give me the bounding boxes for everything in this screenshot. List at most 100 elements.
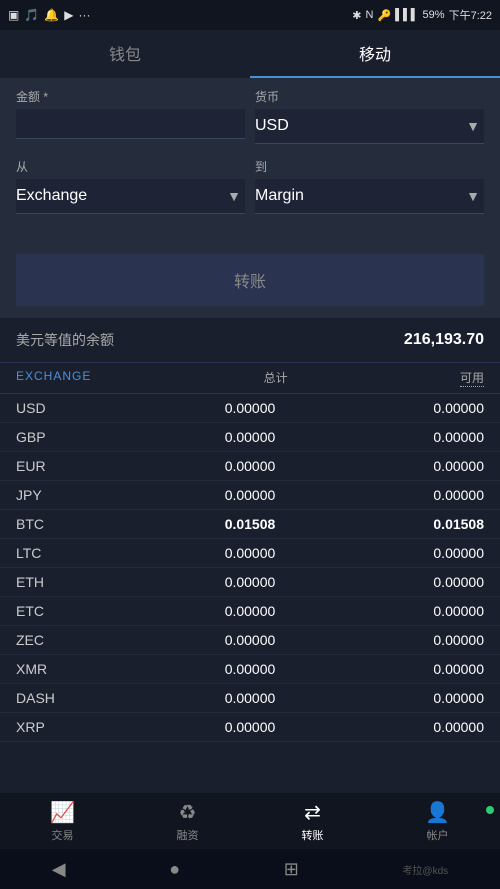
fund-icon: ♻: [179, 800, 197, 825]
row-currency: USD: [16, 400, 172, 416]
from-label: 从: [16, 158, 245, 175]
tab-wallet[interactable]: 钱包: [0, 30, 250, 78]
row-currency: ZEC: [16, 632, 172, 648]
row-currency: EUR: [16, 458, 172, 474]
transfer-button[interactable]: 转账: [16, 254, 484, 306]
table-row: BTC 0.01508 0.01508: [0, 510, 500, 539]
row-currency: GBP: [16, 429, 172, 445]
account-online-dot: [486, 806, 494, 814]
exchange-section-label: EXCHANGE: [16, 369, 91, 387]
table-row: USD 0.00000 0.00000: [0, 394, 500, 423]
bottom-nav: 📈 交易 ♻ 融资 ⇄ 转账 👤 帐户: [0, 793, 500, 849]
amount-input[interactable]: [16, 109, 245, 139]
row-currency: ETC: [16, 603, 172, 619]
android-nav-bar: ◀ ● ⊞ 考拉@kds: [0, 849, 500, 889]
currency-select[interactable]: USD ▼: [255, 109, 484, 144]
bluetooth-icon: ✱: [352, 9, 361, 22]
from-arrow-icon: ▼: [227, 188, 241, 204]
play-icon: ▶: [64, 8, 73, 22]
time-display: 下午7:22: [449, 7, 492, 23]
row-total: 0.00000: [172, 661, 328, 677]
notification-icon: 🔔: [44, 8, 59, 22]
table-row: DASH 0.00000 0.00000: [0, 684, 500, 713]
from-field-container: 从 Exchange ▼: [16, 158, 245, 214]
row-currency: LTC: [16, 545, 172, 561]
amount-field-container: 金额 *: [16, 88, 245, 144]
row-currency: JPY: [16, 487, 172, 503]
row-total: 0.00000: [172, 400, 328, 416]
trade-icon: 📈: [50, 800, 75, 825]
form-section: 金额 * 货币 USD ▼ 从 Exchange ▼ 到 Margin ▼: [0, 78, 500, 242]
row-currency: DASH: [16, 690, 172, 706]
row-total: 0.01508: [172, 516, 328, 532]
top-tab-bar: 钱包 移动: [0, 30, 500, 78]
row-total: 0.00000: [172, 719, 328, 735]
transfer-button-container: 转账: [0, 242, 500, 318]
row-available: 0.00000: [328, 545, 484, 561]
exchange-rows: USD 0.00000 0.00000 GBP 0.00000 0.00000 …: [0, 394, 500, 742]
row-currency: XMR: [16, 661, 172, 677]
currency-label: 货币: [255, 88, 484, 105]
currency-value: USD: [255, 117, 289, 135]
row-available: 0.00000: [328, 661, 484, 677]
row-available: 0.00000: [328, 690, 484, 706]
row-available: 0.00000: [328, 458, 484, 474]
apps-button[interactable]: ⊞: [284, 859, 299, 880]
more-icon: ···: [78, 8, 90, 22]
row-total: 0.00000: [172, 632, 328, 648]
nav-fund-label: 融资: [177, 827, 199, 843]
exchange-section: EXCHANGE 总计 可用 USD 0.00000 0.00000 GBP 0…: [0, 363, 500, 750]
account-icon: 👤: [425, 800, 450, 825]
row-total: 0.00000: [172, 690, 328, 706]
key-icon: 🔑: [377, 9, 391, 22]
back-button[interactable]: ◀: [52, 859, 66, 880]
home-button[interactable]: ●: [169, 859, 180, 880]
signal-icon: ▌▌▌: [395, 9, 418, 21]
row-available: 0.00000: [328, 400, 484, 416]
row-currency: BTC: [16, 516, 172, 532]
row-available: 0.00000: [328, 632, 484, 648]
nfc-icon: N: [366, 9, 374, 21]
status-left-icons: ▣ 🎵 🔔 ▶ ···: [8, 8, 90, 22]
watermark: 考拉@kds: [402, 862, 448, 877]
row-total: 0.00000: [172, 458, 328, 474]
total-header: 总计: [264, 369, 288, 387]
row-total: 0.00000: [172, 574, 328, 590]
nav-trade[interactable]: 📈 交易: [0, 800, 125, 843]
tab-transfer[interactable]: 移动: [250, 30, 500, 78]
table-row: LTC 0.00000 0.00000: [0, 539, 500, 568]
transfer-icon: ⇄: [304, 800, 321, 825]
row-total: 0.00000: [172, 603, 328, 619]
table-row: ETC 0.00000 0.00000: [0, 597, 500, 626]
from-select[interactable]: Exchange ▼: [16, 179, 245, 214]
currency-field-container: 货币 USD ▼: [255, 88, 484, 144]
table-row: XRP 0.00000 0.00000: [0, 713, 500, 742]
to-value: Margin: [255, 187, 304, 205]
available-header: 可用: [460, 369, 484, 387]
currency-arrow-icon: ▼: [466, 118, 480, 134]
exchange-table-header: EXCHANGE 总计 可用: [0, 363, 500, 394]
nav-account-label: 帐户: [427, 827, 449, 843]
nav-account[interactable]: 👤 帐户: [375, 800, 500, 843]
row-currency: XRP: [16, 719, 172, 735]
table-row: ETH 0.00000 0.00000: [0, 568, 500, 597]
nav-fund[interactable]: ♻ 融资: [125, 800, 250, 843]
to-arrow-icon: ▼: [466, 188, 480, 204]
row-available: 0.00000: [328, 719, 484, 735]
battery-pct: 59%: [423, 9, 445, 21]
to-field-container: 到 Margin ▼: [255, 158, 484, 214]
row-available: 0.00000: [328, 574, 484, 590]
row-available: 0.00000: [328, 429, 484, 445]
row-available: 0.00000: [328, 603, 484, 619]
table-row: EUR 0.00000 0.00000: [0, 452, 500, 481]
app-icon-2: 🎵: [24, 8, 39, 22]
nav-transfer[interactable]: ⇄ 转账: [250, 800, 375, 843]
status-right-info: ✱ N 🔑 ▌▌▌ 59% 下午7:22: [352, 7, 492, 23]
nav-trade-label: 交易: [52, 827, 74, 843]
table-row: XMR 0.00000 0.00000: [0, 655, 500, 684]
row-total: 0.00000: [172, 487, 328, 503]
balance-value: 216,193.70: [404, 331, 484, 349]
balance-section: 美元等值的余额 216,193.70: [0, 318, 500, 363]
row-available: 0.01508: [328, 516, 484, 532]
to-select[interactable]: Margin ▼: [255, 179, 484, 214]
